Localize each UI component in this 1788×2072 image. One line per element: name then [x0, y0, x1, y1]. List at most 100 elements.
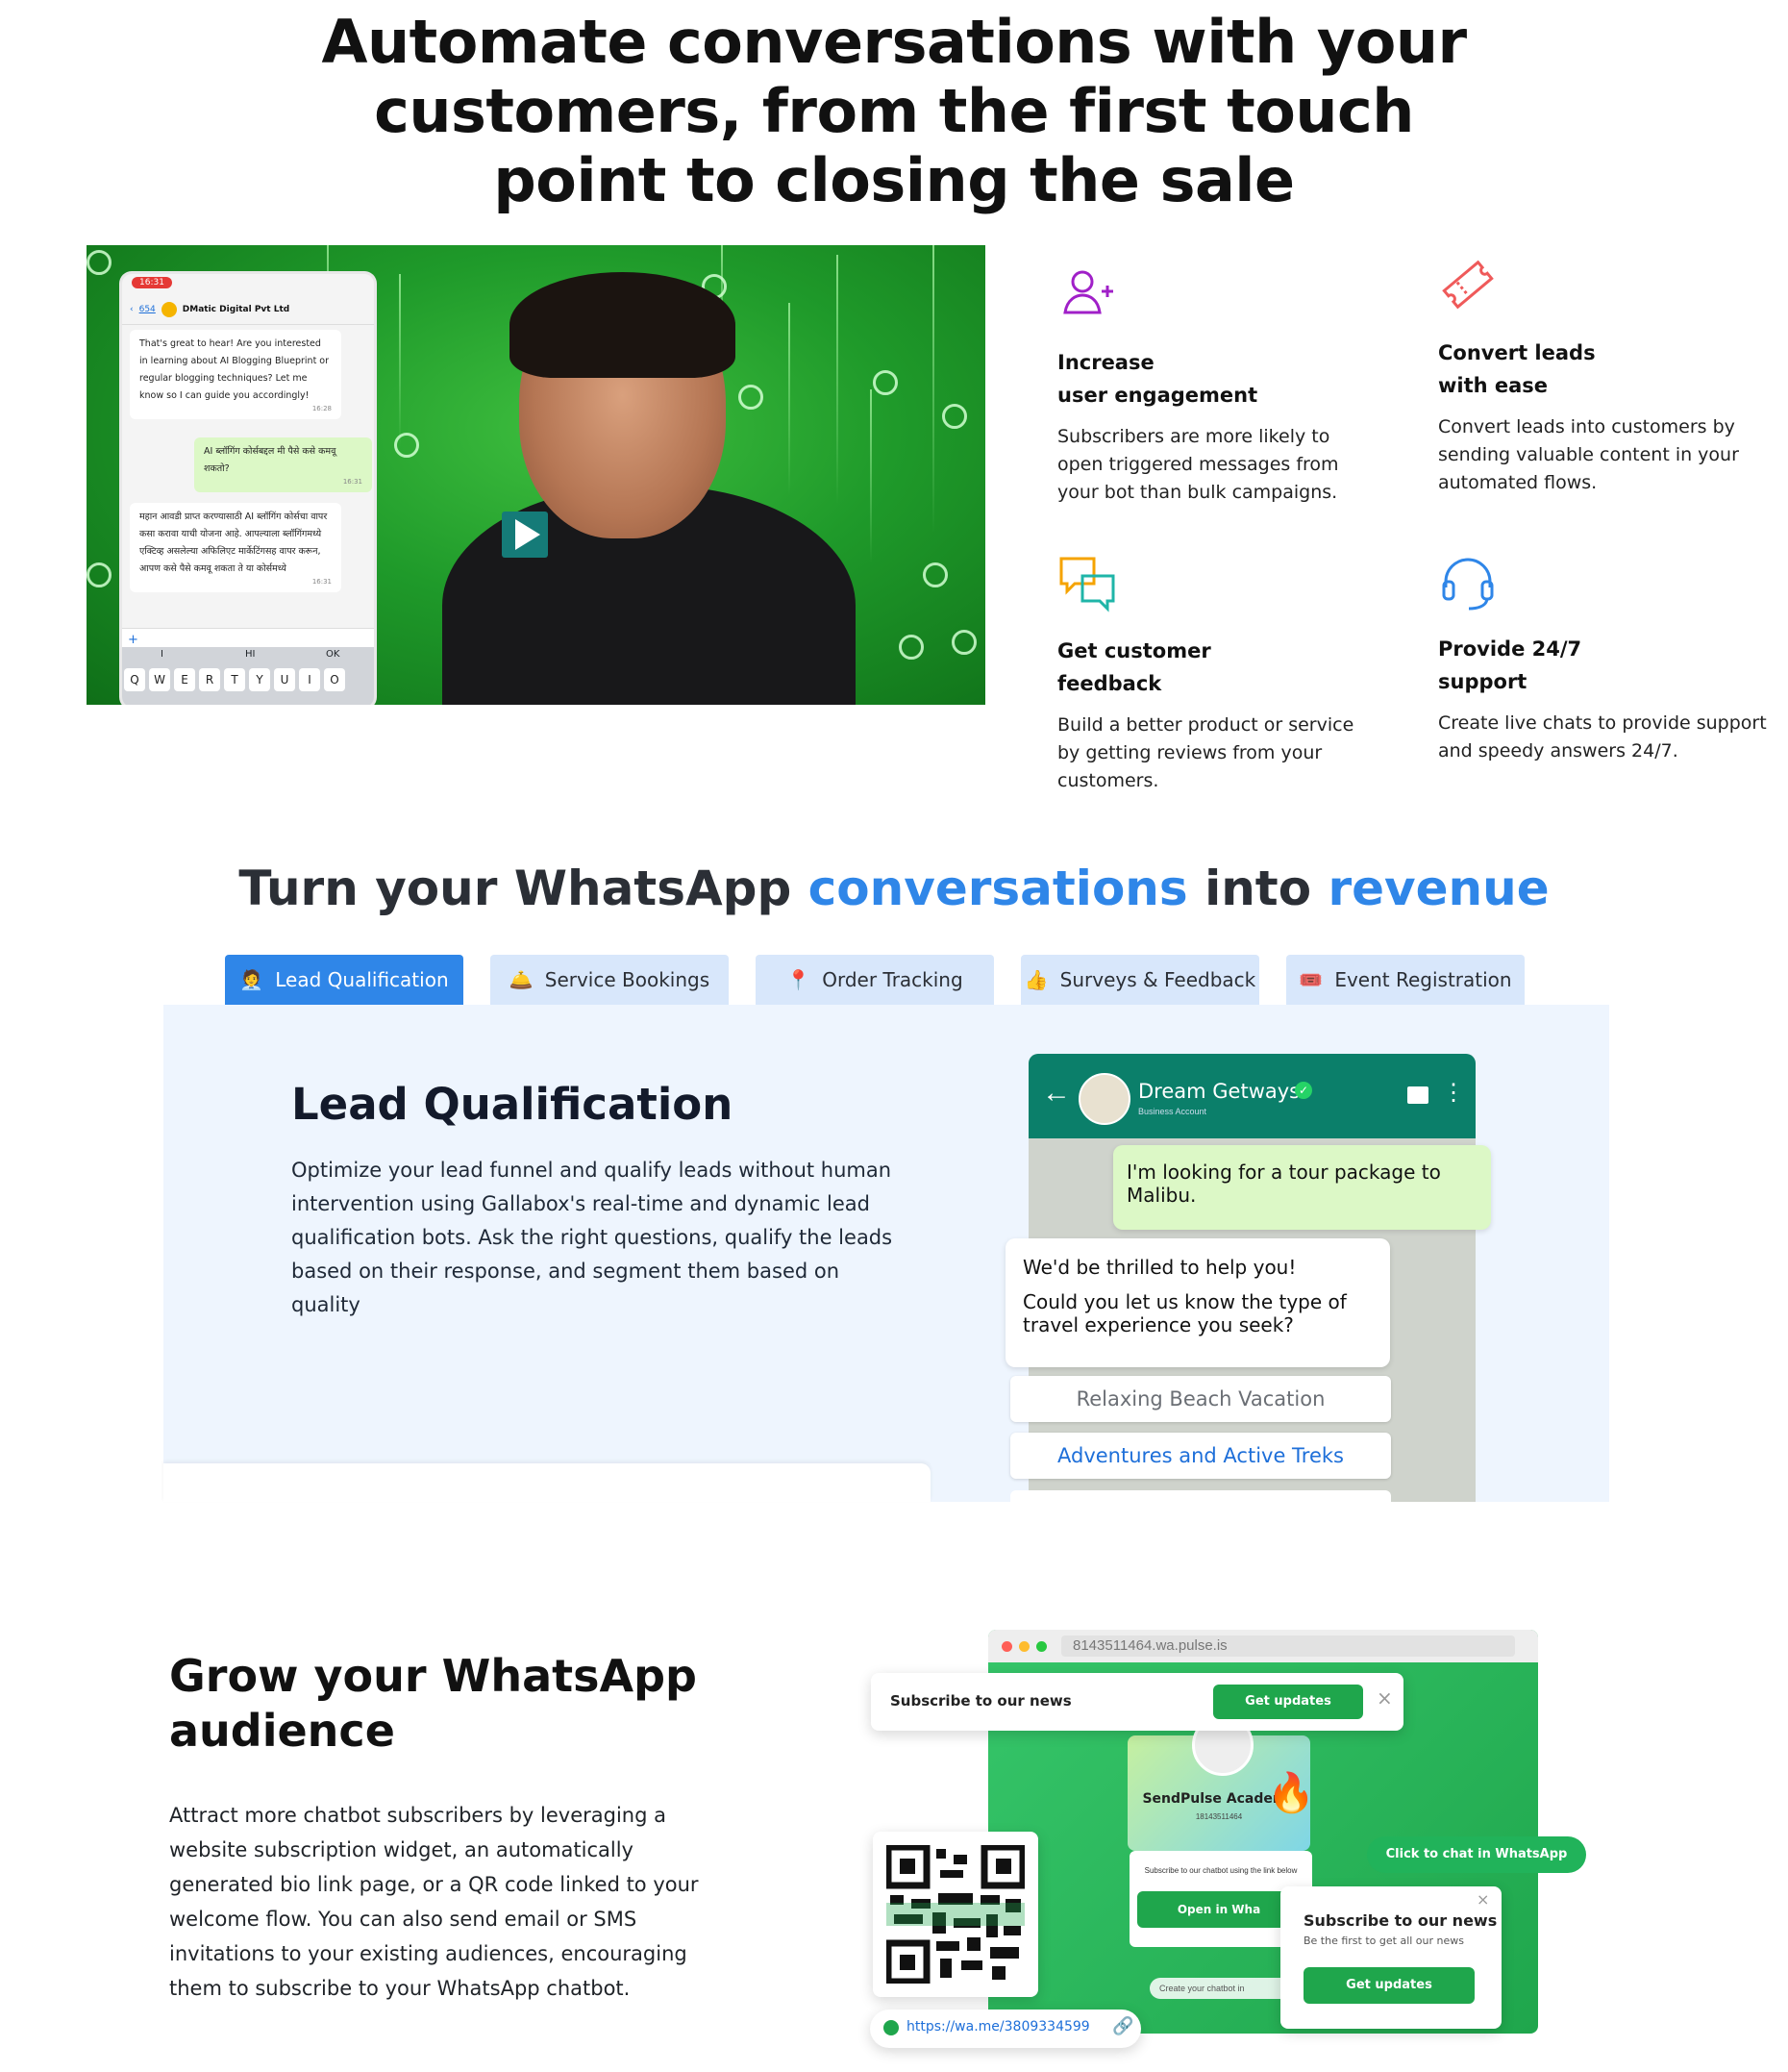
keyboard-suggestion: I — [161, 649, 163, 660]
phone-status-bar: 16:31 — [122, 274, 374, 295]
get-updates-button[interactable]: Get updates — [1304, 1967, 1475, 2004]
whatsapp-icon — [899, 635, 924, 660]
keyboard-key: R — [199, 668, 220, 691]
user-message: I'm looking for a tour package to Malibu… — [1113, 1145, 1491, 1230]
keyboard-key: I — [299, 668, 320, 691]
link-icon[interactable]: 🔗 — [1112, 2016, 1133, 2036]
feature-title-line: support — [1438, 670, 1527, 693]
keyboard-suggestion: OK — [326, 649, 340, 660]
quick-reply-option[interactable]: Relaxing Beach Vacation — [1010, 1376, 1391, 1422]
matrix-line — [788, 303, 790, 495]
back-arrow-icon[interactable]: ← — [1042, 1077, 1071, 1110]
chat-text: AI ब्लॉगिंग कोर्सबद्दल मी पैसे कसे कमवू … — [204, 446, 336, 474]
tab-service-bookings[interactable]: 🛎️ Service Bookings — [490, 955, 729, 1005]
tab-label: Event Registration — [1334, 968, 1512, 991]
back-arrow-icon: ‹ — [130, 305, 134, 314]
business-name: Dream Getways — [1138, 1080, 1301, 1103]
close-icon[interactable]: × — [1377, 1686, 1393, 1710]
button-label: Get updates — [1346, 1978, 1432, 1992]
subscribe-card: × Subscribe to our news Be the first to … — [1280, 1886, 1502, 2029]
store-icon[interactable] — [1407, 1086, 1428, 1104]
keyboard-key: O — [324, 668, 345, 691]
title-part: Turn your WhatsApp — [238, 861, 808, 916]
chat-bubble-in: That's great to hear! Are you interested… — [130, 330, 341, 419]
tab-label: Lead Qualification — [275, 968, 449, 991]
presenter-hair — [509, 272, 735, 378]
quick-reply-option[interactable]: Adventures and Active Treks — [1010, 1433, 1391, 1479]
grow-title: Grow your WhatsApp audience — [169, 1650, 697, 1757]
feature-title-line: Provide 24/7 — [1438, 637, 1582, 661]
feature-title: Get customer feedback — [1057, 635, 1375, 700]
matrix-line — [870, 389, 872, 562]
chat-time: 16:31 — [342, 478, 362, 486]
revenue-title: Turn your WhatsApp conversations into re… — [154, 861, 1634, 916]
title-highlight: revenue — [1328, 861, 1550, 916]
play-button[interactable] — [502, 512, 548, 558]
whatsapp-icon — [952, 630, 977, 655]
whatsapp-icon — [87, 562, 112, 587]
chat-bubble-in: महान आवडी प्राप्त करण्यासाठी AI ब्लॉगिंग… — [130, 503, 341, 592]
chat-text: महान आवडी प्राप्त करण्यासाठी AI ब्लॉगिंग… — [139, 512, 328, 574]
whatsapp-icon — [394, 433, 419, 458]
more-icon[interactable]: ⋮ — [1442, 1079, 1465, 1107]
pin-icon: 📍 — [786, 968, 811, 991]
verified-icon: ✓ — [1295, 1082, 1312, 1099]
business-sub: Business Account — [1138, 1107, 1207, 1116]
quick-reply-option-partial — [1010, 1490, 1391, 1502]
tab-event-registration[interactable]: 🎟️ Event Registration — [1286, 955, 1525, 1005]
keyboard-key: U — [274, 668, 295, 691]
ticket-icon — [1442, 260, 1494, 310]
bell-icon: 🛎️ — [509, 968, 534, 991]
panel-desc: Optimize your lead funnel and qualify le… — [291, 1159, 893, 1316]
qr-code — [886, 1845, 1025, 1984]
title-highlight: conversations — [807, 861, 1188, 916]
feature-convert: Convert leads with ease Convert leads int… — [1438, 255, 1755, 497]
popup-text: Subscribe to our news — [890, 1692, 1072, 1710]
minimize-dot — [1019, 1641, 1030, 1652]
phone-chat-header: ‹ 654 DMatic Digital Pvt Ltd — [122, 295, 374, 325]
get-updates-button[interactable]: Get updates — [1213, 1685, 1363, 1719]
create-chatbot-pill[interactable]: Create your chatbot in — [1150, 1978, 1294, 1999]
phone-back-count: 654 — [138, 305, 156, 314]
url-bar[interactable]: 8143511464.wa.pulse.is — [1061, 1635, 1515, 1657]
tab-lead-qualification[interactable]: 🧑‍💼 Lead Qualification — [225, 955, 463, 1005]
business-avatar — [1079, 1073, 1130, 1125]
click-to-chat-button[interactable]: Click to chat in WhatsApp — [1367, 1836, 1586, 1873]
tab-surveys-feedback[interactable]: 👍 Surveys & Feedback — [1021, 955, 1259, 1005]
open-whatsapp-button[interactable]: Open in Wha — [1137, 1891, 1301, 1928]
qr-code-card — [873, 1832, 1038, 1997]
bot-message: We'd be thrilled to help you! Could you … — [1006, 1238, 1390, 1367]
person-icon: 🧑‍💼 — [239, 968, 264, 991]
feature-title: Provide 24/7 support — [1438, 633, 1775, 698]
tab-order-tracking[interactable]: 📍 Order Tracking — [756, 955, 994, 1005]
card-subtitle: Be the first to get all our news — [1304, 1935, 1464, 1947]
button-label: Click to chat in WhatsApp — [1385, 1847, 1568, 1861]
feature-title-line: with ease — [1438, 374, 1549, 397]
button-label: Get updates — [1245, 1694, 1331, 1709]
whatsapp-icon — [738, 385, 763, 410]
user-plus-icon — [1063, 270, 1113, 314]
maximize-dot — [1036, 1641, 1047, 1652]
feature-title-line: feedback — [1057, 672, 1162, 695]
thumbs-up-icon: 👍 — [1024, 968, 1049, 991]
keyboard-key: Q — [124, 668, 145, 691]
feature-desc: Create live chats to provide support and… — [1438, 712, 1767, 761]
close-icon[interactable]: × — [1477, 1890, 1489, 1909]
whatsapp-icon — [873, 370, 898, 395]
chat-time: 16:28 — [311, 405, 332, 412]
video-player[interactable]: 16:31 ‹ 654 DMatic Digital Pvt Ltd That'… — [87, 245, 985, 705]
keyboard-key: E — [174, 668, 195, 691]
matrix-line — [399, 274, 401, 447]
chat-bubbles-icon — [1059, 557, 1115, 612]
grow-desc: Attract more chatbot subscribers by leve… — [169, 1804, 699, 2000]
message-text: I'm looking for a tour package to Malibu… — [1127, 1161, 1441, 1207]
matrix-line — [836, 255, 838, 505]
keyboard-key: Y — [249, 668, 270, 691]
feature-title-line: user engagement — [1057, 384, 1258, 407]
link-url: https://wa.me/3809334599 — [906, 2019, 1090, 2035]
link-pill[interactable]: https://wa.me/3809334599 🔗 — [870, 2010, 1141, 2048]
keyboard-suggestion: HI — [245, 649, 256, 660]
feature-title: Increase user engagement — [1057, 346, 1365, 412]
card-title: Subscribe to our news — [1304, 1911, 1498, 1930]
tab-label: Service Bookings — [544, 968, 710, 991]
